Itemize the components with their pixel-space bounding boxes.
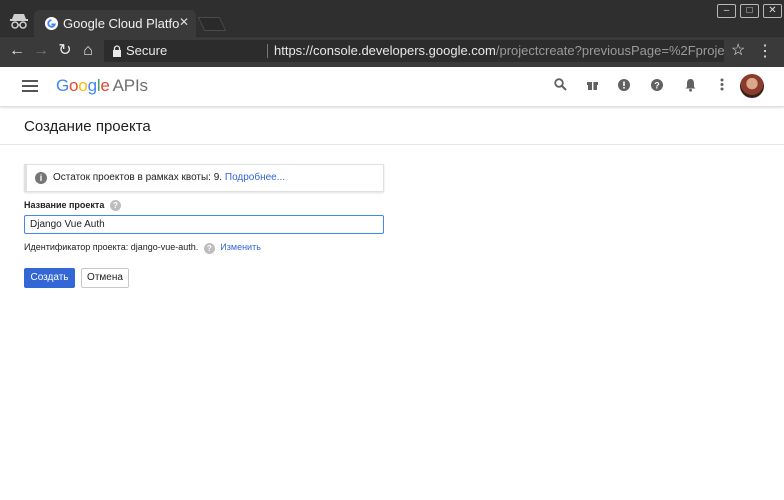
svg-text:?: ?: [654, 81, 660, 91]
quota-notice: i Остаток проектов в рамках квоты: 9. По…: [24, 164, 384, 192]
address-bar[interactable]: Secure https://console.developers.google…: [104, 40, 724, 62]
notice-message: Остаток проектов в рамках квоты: 9.: [53, 172, 223, 183]
more-vert-icon[interactable]: [713, 78, 731, 96]
notifications-icon[interactable]: [681, 78, 699, 96]
home-icon[interactable]: ⌂: [79, 41, 97, 61]
title-bar: Google Cloud Platform ✕ – □ ✕: [0, 0, 784, 37]
cancel-button[interactable]: Отмена: [81, 268, 129, 288]
logo-apis: APIs: [112, 76, 148, 95]
info-icon: i: [35, 172, 47, 184]
new-tab-button[interactable]: [197, 17, 227, 31]
bookmark-star-icon[interactable]: ☆: [731, 40, 745, 60]
project-name-label-text: Название проекта: [24, 200, 105, 210]
forward-icon[interactable]: →: [32, 41, 50, 61]
url-path: /projectcreate?previousPage=%2Fprojectse…: [495, 43, 724, 58]
learn-more-link[interactable]: Подробнее...: [225, 172, 285, 183]
gift-icon[interactable]: [583, 78, 601, 96]
tab-title: Google Cloud Platform: [63, 16, 179, 31]
lock-icon: [113, 45, 121, 57]
back-icon[interactable]: ←: [8, 41, 26, 61]
google-apis-logo[interactable]: Google APIs: [56, 76, 148, 96]
google-favicon-icon: [44, 16, 59, 31]
logo-google: Google: [56, 76, 110, 95]
help-circle-icon[interactable]: ?: [110, 200, 121, 211]
url-host: https://console.developers.google.com: [274, 43, 496, 58]
notice-text: Остаток проектов в рамках квоты: 9. Подр…: [53, 172, 285, 183]
page-title: Создание проекта: [24, 118, 151, 135]
maximize-button[interactable]: □: [740, 4, 759, 18]
project-name-label: Название проекта: [24, 200, 104, 210]
tab-close-icon[interactable]: ✕: [179, 15, 189, 29]
hamburger-menu-icon[interactable]: [22, 80, 38, 92]
secure-label: Secure: [126, 43, 168, 58]
incognito-icon: [10, 14, 28, 29]
search-icon[interactable]: [551, 78, 569, 96]
feedback-icon[interactable]: [615, 78, 633, 96]
project-id-line: Идентификатор проекта: django-vue-auth. …: [24, 242, 261, 254]
page-content: Google APIs ? Создание проекта i Остаток …: [0, 67, 784, 500]
url-text: https://console.developers.google.com/pr…: [274, 40, 724, 62]
reload-icon[interactable]: ↻: [56, 41, 74, 61]
create-button[interactable]: Создать: [24, 268, 75, 288]
close-window-button[interactable]: ✕: [763, 4, 782, 18]
project-id-text: Идентификатор проекта: django-vue-auth.: [24, 242, 199, 252]
project-name-input[interactable]: [24, 215, 384, 234]
app-bar: Google APIs ?: [0, 67, 784, 107]
browser-toolbar: ← → ↻ ⌂ Secure https://console.developer…: [0, 37, 784, 67]
browser-menu-icon[interactable]: ⋮: [757, 41, 773, 61]
avatar[interactable]: [740, 74, 764, 98]
id-help-icon[interactable]: ?: [203, 243, 215, 254]
browser-tab[interactable]: Google Cloud Platform ✕: [34, 10, 196, 37]
omnibox-divider: [267, 44, 268, 58]
page-header: Создание проекта: [0, 107, 784, 145]
change-id-link[interactable]: Изменить: [220, 242, 261, 252]
help-icon[interactable]: ?: [648, 78, 666, 96]
minimize-button[interactable]: –: [717, 4, 736, 18]
